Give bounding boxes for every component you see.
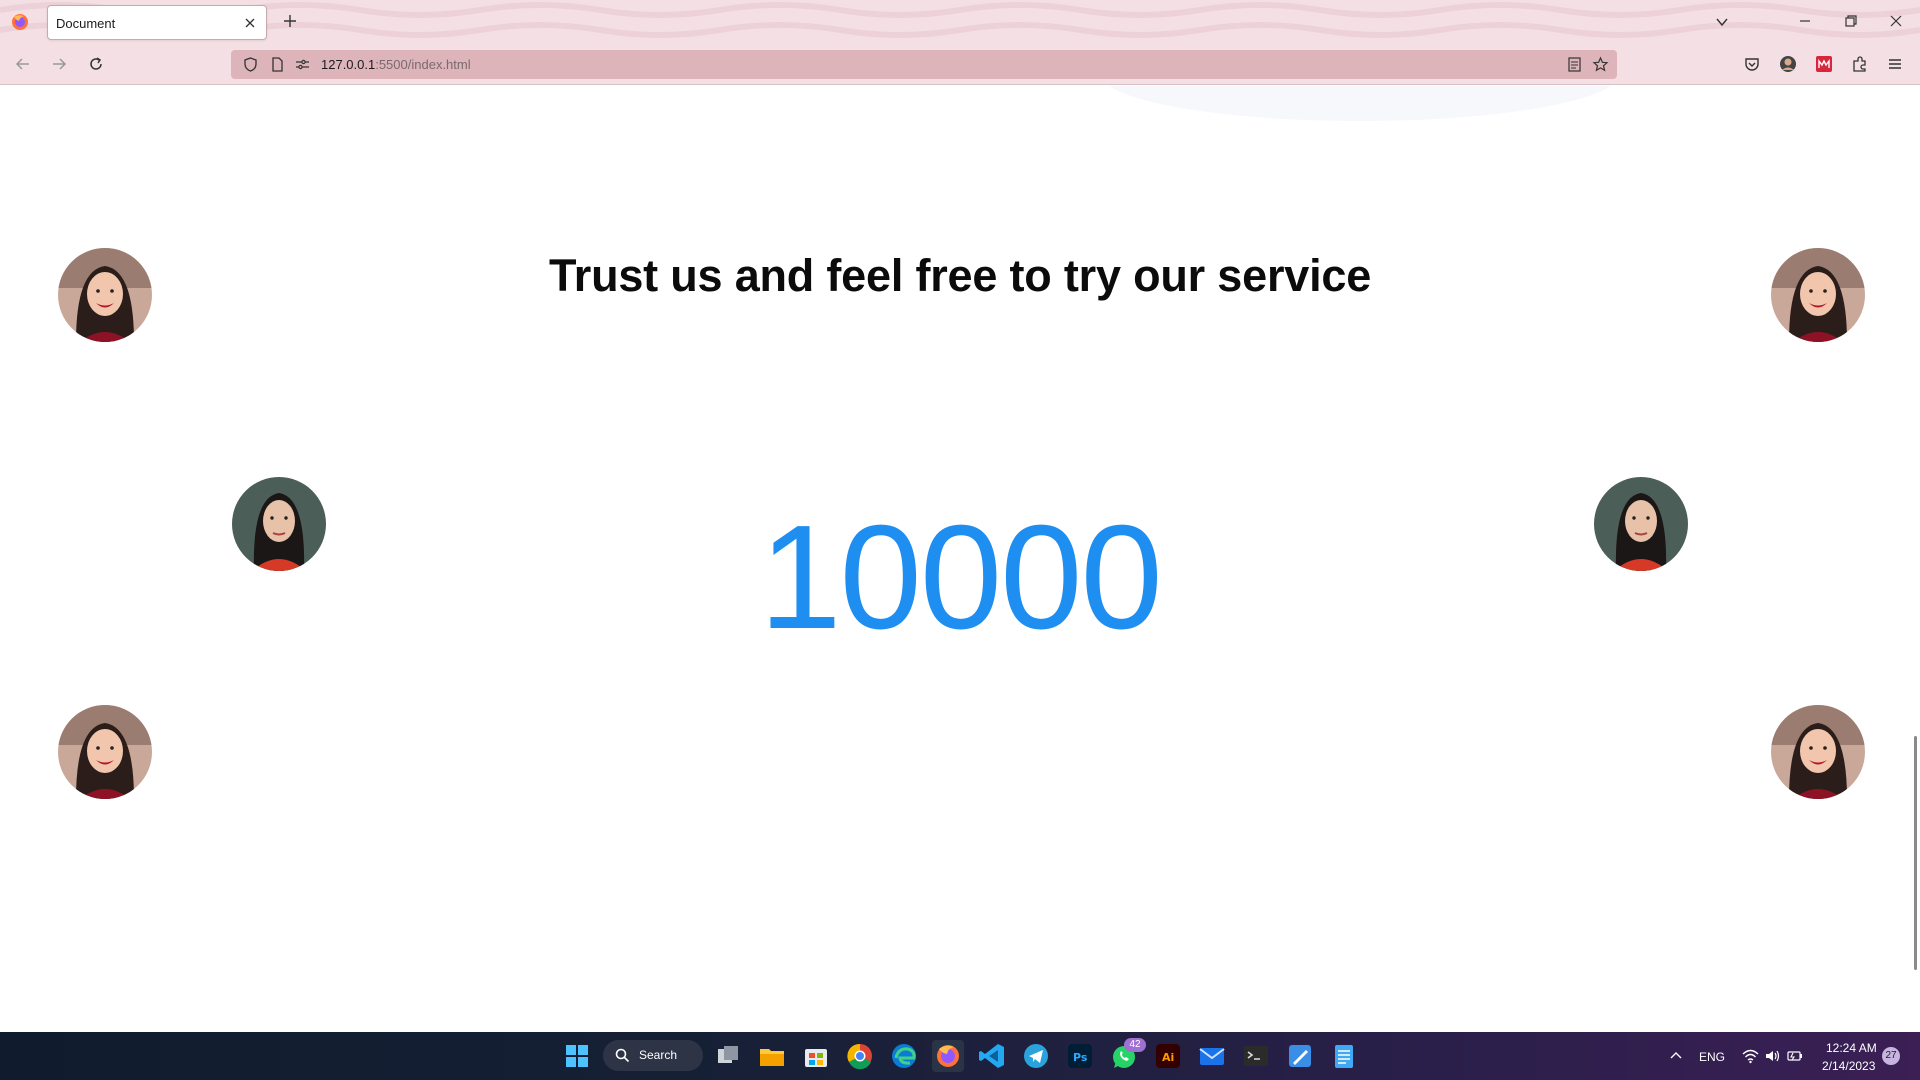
search-label: Search xyxy=(639,1048,678,1062)
illustrator-icon[interactable]: Ai xyxy=(1152,1040,1184,1072)
tab-bar: Document xyxy=(0,0,1920,44)
page-title: Trust us and feel free to try our servic… xyxy=(548,250,1372,301)
forward-arrow-icon[interactable] xyxy=(49,54,69,74)
firefox-icon xyxy=(12,14,28,30)
reload-icon[interactable] xyxy=(86,54,106,74)
window-close-icon[interactable] xyxy=(1887,12,1905,30)
clock-time[interactable]: 12:24 AM xyxy=(1826,1041,1877,1055)
pocket-icon[interactable] xyxy=(1742,54,1762,74)
chevron-up-icon[interactable] xyxy=(1668,1048,1684,1064)
whatsapp-badge: 42 xyxy=(1124,1038,1146,1052)
windows-start-icon[interactable] xyxy=(561,1040,593,1072)
search-icon xyxy=(615,1048,630,1063)
chrome-icon[interactable] xyxy=(844,1040,876,1072)
account-avatar-icon[interactable] xyxy=(1778,54,1798,74)
edge-icon[interactable] xyxy=(888,1040,920,1072)
avatar xyxy=(58,705,152,799)
star-icon[interactable] xyxy=(1592,56,1609,73)
battery-icon[interactable] xyxy=(1786,1048,1804,1064)
telegram-icon[interactable] xyxy=(1020,1040,1052,1072)
close-icon[interactable] xyxy=(242,15,258,31)
avatar xyxy=(1771,705,1865,799)
avatar xyxy=(1594,477,1688,571)
terminal-icon[interactable] xyxy=(1240,1040,1272,1072)
taskbar: Search Ps 42 Ai ENG 12:24 AM 2/14/2023 2… xyxy=(0,1032,1920,1080)
svg-text:Ps: Ps xyxy=(1073,1051,1088,1064)
shield-icon[interactable] xyxy=(242,56,259,73)
language-indicator[interactable]: ENG xyxy=(1699,1050,1725,1064)
reader-view-icon[interactable] xyxy=(1566,56,1583,73)
navigation-bar: 127.0.0.1:5500/index.html xyxy=(0,44,1920,85)
url-path: :5500/index.html xyxy=(375,57,471,72)
extensions-puzzle-icon[interactable] xyxy=(1850,54,1870,74)
mail-icon[interactable] xyxy=(1196,1040,1228,1072)
notification-badge[interactable]: 27 xyxy=(1882,1047,1900,1065)
vscode-icon[interactable] xyxy=(976,1040,1008,1072)
page-icon[interactable] xyxy=(269,56,286,73)
back-arrow-icon[interactable] xyxy=(13,54,33,74)
tab-document[interactable]: Document xyxy=(47,5,267,40)
extension-red-icon[interactable] xyxy=(1814,54,1834,74)
chevron-down-icon[interactable] xyxy=(1713,13,1731,31)
volume-icon[interactable] xyxy=(1764,1048,1781,1064)
clock-date[interactable]: 2/14/2023 xyxy=(1822,1059,1875,1073)
photoshop-icon[interactable]: Ps xyxy=(1064,1040,1096,1072)
task-view-icon[interactable] xyxy=(712,1040,744,1072)
avatar xyxy=(1771,248,1865,342)
url-text[interactable]: 127.0.0.1:5500/index.html xyxy=(321,57,471,72)
avatar xyxy=(58,248,152,342)
paint-icon[interactable] xyxy=(1284,1040,1316,1072)
url-host: 127.0.0.1 xyxy=(321,57,376,72)
permissions-icon[interactable] xyxy=(294,56,311,73)
page-content: Trust us and feel free to try our servic… xyxy=(0,86,1920,1032)
menu-icon[interactable] xyxy=(1885,54,1905,74)
file-explorer-icon[interactable] xyxy=(756,1040,788,1072)
taskbar-search[interactable]: Search xyxy=(603,1040,703,1071)
tab-title: Document xyxy=(56,16,116,31)
notepad-icon[interactable] xyxy=(1328,1040,1360,1072)
svg-text:Ai: Ai xyxy=(1162,1051,1174,1064)
restore-icon[interactable] xyxy=(1842,12,1860,30)
avatar xyxy=(232,477,326,571)
decorative-blob xyxy=(1100,86,1620,121)
minimize-icon[interactable] xyxy=(1796,12,1814,30)
firefox-taskbar-icon[interactable] xyxy=(932,1040,964,1072)
plus-icon[interactable] xyxy=(281,12,299,30)
wifi-icon[interactable] xyxy=(1742,1048,1759,1064)
page-scrollbar[interactable] xyxy=(1914,736,1917,970)
microsoft-store-icon[interactable] xyxy=(800,1040,832,1072)
url-bar[interactable]: 127.0.0.1:5500/index.html xyxy=(231,50,1617,79)
